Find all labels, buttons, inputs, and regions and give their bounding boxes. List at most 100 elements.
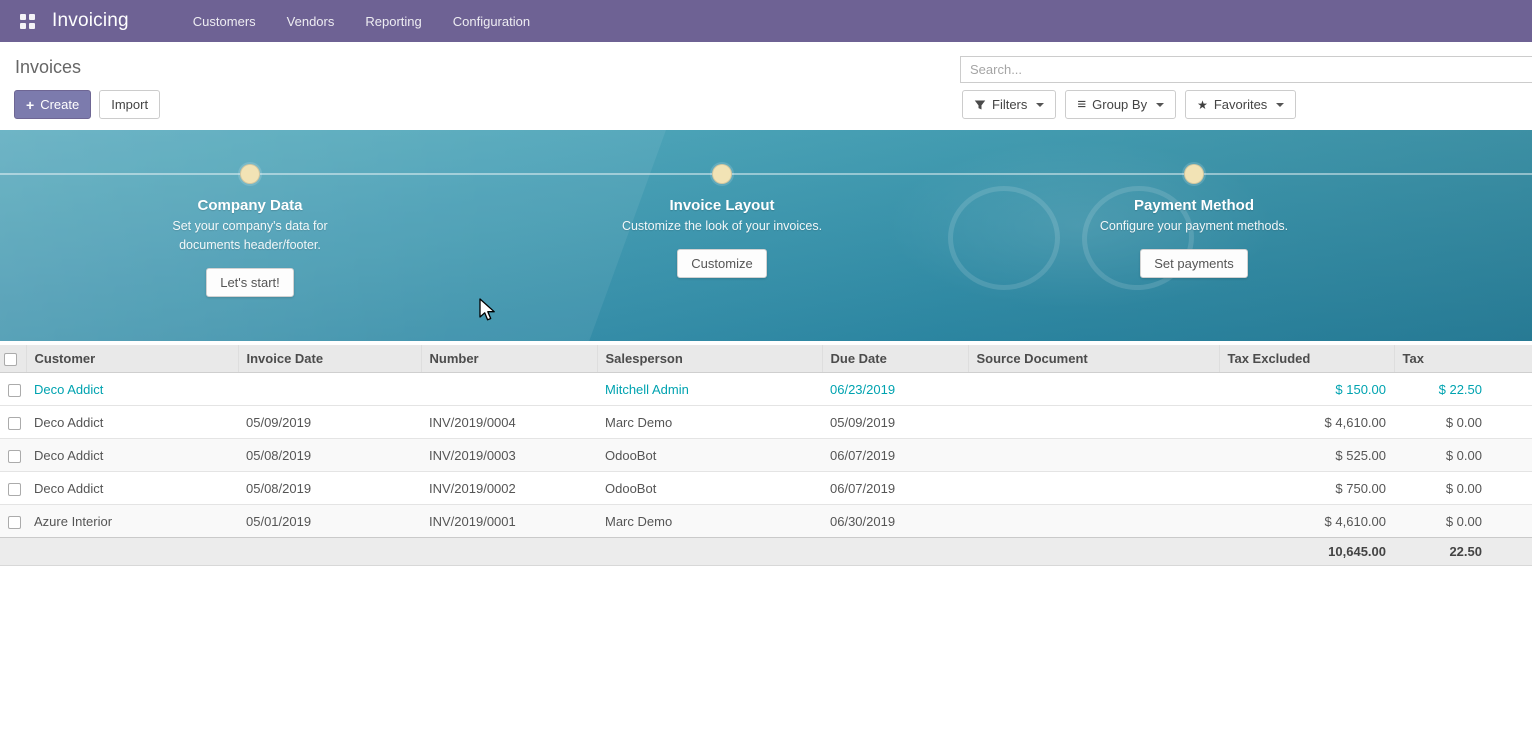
cell-tax-excluded: $ 750.00 [1219, 472, 1394, 505]
cell-tax: $ 0.00 [1394, 472, 1532, 505]
column-header-due-date[interactable]: Due Date [822, 345, 968, 373]
group-by-button[interactable]: ≡ Group By [1065, 90, 1176, 119]
cell-tax-excluded: $ 4,610.00 [1219, 406, 1394, 439]
app-brand-title[interactable]: Invoicing [52, 10, 129, 32]
cell-tax-excluded: $ 525.00 [1219, 439, 1394, 472]
cell-invoice-date: 05/01/2019 [238, 505, 421, 538]
filters-button[interactable]: Filters [962, 90, 1056, 119]
menu-vendors[interactable]: Vendors [285, 10, 337, 33]
mouse-cursor [478, 298, 497, 323]
cell-tax: $ 0.00 [1394, 439, 1532, 472]
set-payments-button[interactable]: Set payments [1140, 249, 1248, 278]
plus-icon: + [26, 98, 34, 112]
cell-number [421, 373, 597, 406]
column-header-customer[interactable]: Customer [26, 345, 238, 373]
invoice-row[interactable]: Deco Addict Mitchell Admin 06/23/2019 $ … [0, 373, 1532, 406]
onboarding-banner: Company Data Set your company's data for… [0, 130, 1532, 341]
select-all-cell [0, 345, 26, 373]
menu-customers[interactable]: Customers [191, 10, 258, 33]
invoice-row[interactable]: Deco Addict 05/08/2019 INV/2019/0002 Odo… [0, 472, 1532, 505]
menu-configuration[interactable]: Configuration [451, 10, 532, 33]
step-description: Set your company's data for documents he… [144, 217, 356, 255]
import-button[interactable]: Import [99, 90, 160, 119]
row-checkbox[interactable] [8, 450, 21, 463]
column-header-salesperson[interactable]: Salesperson [597, 345, 822, 373]
row-checkbox[interactable] [8, 417, 21, 430]
step-dot [1184, 164, 1204, 184]
lets-start-button[interactable]: Let's start! [206, 268, 294, 297]
total-tax-excluded: 10,645.00 [1219, 538, 1394, 566]
cell-salesperson: OdooBot [597, 472, 822, 505]
cell-invoice-date: 05/08/2019 [238, 472, 421, 505]
row-checkbox[interactable] [8, 384, 21, 397]
menu-reporting[interactable]: Reporting [363, 10, 423, 33]
column-header-number[interactable]: Number [421, 345, 597, 373]
invoice-row[interactable]: Deco Addict 05/09/2019 INV/2019/0004 Mar… [0, 406, 1532, 439]
total-tax: 22.50 [1394, 538, 1532, 566]
cell-tax-excluded: $ 150.00 [1219, 373, 1394, 406]
cell-salesperson: Mitchell Admin [597, 373, 822, 406]
main-menu: Customers Vendors Reporting Configuratio… [191, 10, 532, 33]
cell-tax: $ 0.00 [1394, 406, 1532, 439]
cell-number: INV/2019/0004 [421, 406, 597, 439]
column-header-tax[interactable]: Tax [1394, 345, 1532, 373]
invoice-list-table: Customer Invoice Date Number Salesperson… [0, 345, 1532, 566]
cell-tax: $ 22.50 [1394, 373, 1532, 406]
cell-due-date: 06/07/2019 [822, 472, 968, 505]
cell-customer: Azure Interior [26, 505, 238, 538]
cell-source-document [968, 406, 1219, 439]
step-description: Configure your payment methods. [1088, 217, 1300, 236]
cell-number: INV/2019/0002 [421, 472, 597, 505]
customize-button[interactable]: Customize [677, 249, 766, 278]
column-header-invoice-date[interactable]: Invoice Date [238, 345, 421, 373]
control-panel: Invoices + Create Import Filters ≡ Group… [0, 42, 1532, 130]
cell-due-date: 06/23/2019 [822, 373, 968, 406]
cell-customer: Deco Addict [26, 406, 238, 439]
invoice-row[interactable]: Deco Addict 05/08/2019 INV/2019/0003 Odo… [0, 439, 1532, 472]
step-description: Customize the look of your invoices. [616, 217, 828, 236]
invoice-table-body: Deco Addict Mitchell Admin 06/23/2019 $ … [0, 373, 1532, 538]
group-by-icon: ≡ [1077, 97, 1086, 112]
step-dot [240, 164, 260, 184]
cell-source-document [968, 505, 1219, 538]
cell-invoice-date: 05/08/2019 [238, 439, 421, 472]
step-dot [712, 164, 732, 184]
cell-due-date: 05/09/2019 [822, 406, 968, 439]
filter-funnel-icon [974, 99, 986, 111]
onboarding-step-invoice-layout: Invoice Layout Customize the look of you… [582, 164, 862, 278]
table-header-row: Customer Invoice Date Number Salesperson… [0, 345, 1532, 373]
cell-source-document [968, 439, 1219, 472]
cell-source-document [968, 472, 1219, 505]
step-title: Payment Method [1054, 197, 1334, 214]
step-title: Company Data [110, 197, 390, 214]
cell-number: INV/2019/0003 [421, 439, 597, 472]
row-checkbox[interactable] [8, 483, 21, 496]
favorites-button[interactable]: ★ Favorites [1185, 90, 1296, 119]
cell-customer: Deco Addict [26, 439, 238, 472]
create-button[interactable]: + Create [14, 90, 91, 119]
cell-due-date: 06/07/2019 [822, 439, 968, 472]
star-icon: ★ [1197, 98, 1208, 112]
step-title: Invoice Layout [582, 197, 862, 214]
invoice-row[interactable]: Azure Interior 05/01/2019 INV/2019/0001 … [0, 505, 1532, 538]
select-all-checkbox[interactable] [4, 353, 17, 366]
chevron-down-icon [1156, 103, 1164, 107]
apps-grid-icon[interactable] [14, 8, 40, 34]
cell-salesperson: OdooBot [597, 439, 822, 472]
page-title: Invoices [15, 57, 81, 78]
cell-tax-excluded: $ 4,610.00 [1219, 505, 1394, 538]
column-header-tax-excluded[interactable]: Tax Excluded [1219, 345, 1394, 373]
cell-due-date: 06/30/2019 [822, 505, 968, 538]
row-checkbox[interactable] [8, 516, 21, 529]
banner-decor-glasses [948, 186, 1060, 290]
cell-source-document [968, 373, 1219, 406]
column-header-source-document[interactable]: Source Document [968, 345, 1219, 373]
cell-customer: Deco Addict [26, 373, 238, 406]
top-navbar: Invoicing Customers Vendors Reporting Co… [0, 0, 1532, 42]
table-totals-row: 10,645.00 22.50 [0, 538, 1532, 566]
chevron-down-icon [1276, 103, 1284, 107]
cell-number: INV/2019/0001 [421, 505, 597, 538]
onboarding-step-payment-method: Payment Method Configure your payment me… [1054, 164, 1334, 278]
cell-salesperson: Marc Demo [597, 406, 822, 439]
search-input[interactable] [960, 56, 1532, 83]
